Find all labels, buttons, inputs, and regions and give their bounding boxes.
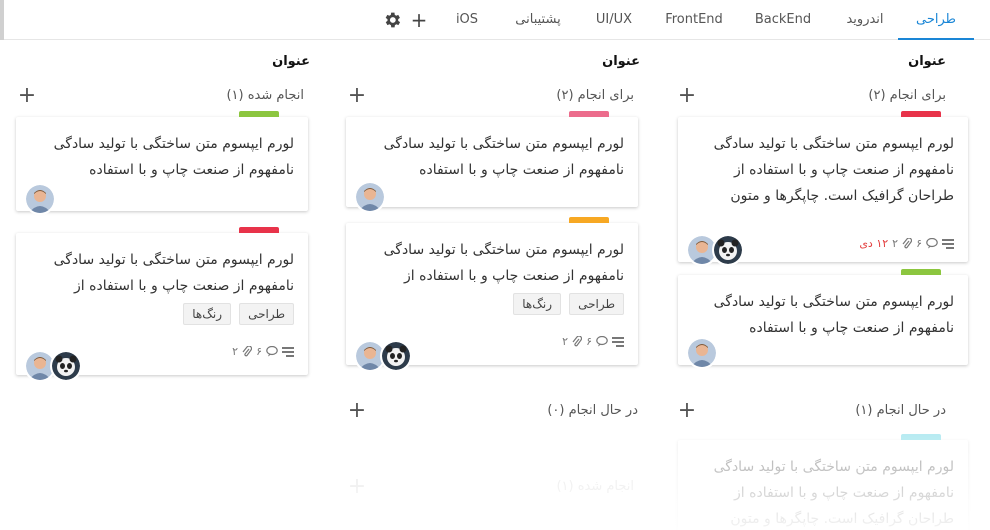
card-text: لورم ایپسوم متن ساختگی با تولید سادگی نا… <box>383 136 624 178</box>
attachment-icon <box>242 345 253 356</box>
section-done: انجام شده (۱) + <box>16 85 308 109</box>
task-card[interactable]: لورم ایپسوم متن ساختگی با تولید سادگی نا… <box>678 434 968 530</box>
comment-count: ۲ <box>562 335 569 348</box>
card-meta: ۶ ۲ <box>562 335 624 348</box>
card-members <box>354 181 386 213</box>
tab-support[interactable]: پشتیبانی <box>506 0 570 40</box>
avatar[interactable] <box>24 183 56 215</box>
label-color-tag <box>569 217 609 223</box>
section-todo: برای انجام (۲) + <box>346 85 638 109</box>
task-card[interactable]: لورم ایپسوم متن ساختگی با تولید سادگی نا… <box>346 111 638 213</box>
label-color-tag <box>239 227 279 233</box>
card-text: لورم ایپسوم متن ساختگی با تولید سادگی نا… <box>713 136 954 204</box>
card-text: لورم ایپسوم متن ساختگی با تولید سادگی نا… <box>53 252 294 294</box>
label-chip[interactable]: رنگ‌ها <box>183 303 232 325</box>
section-title: در حال انجام (۱) <box>855 403 946 418</box>
column-title: عنوان <box>908 54 946 69</box>
tab-design[interactable]: طراحی <box>898 0 974 40</box>
section-in-progress: در حال انجام (۰) + <box>346 400 638 424</box>
comment-count: ۲ <box>232 345 239 358</box>
attachment-count: ۶ <box>586 335 592 348</box>
card-text: لورم ایپسوم متن ساختگی با تولید سادگی نا… <box>53 136 294 178</box>
avatar[interactable] <box>712 234 744 266</box>
add-card-button[interactable]: + <box>346 476 368 498</box>
section-done: انجام شده (۱) + <box>346 476 638 500</box>
task-card[interactable]: لورم ایپسوم متن ساختگی با تولید سادگی نا… <box>346 217 638 372</box>
card-members <box>686 234 744 266</box>
section-in-progress: در حال انجام (۱) + <box>676 400 968 424</box>
task-card[interactable]: لورم ایپسوم متن ساختگی با تولید سادگی نا… <box>678 269 968 369</box>
card-labels: طراحی رنگ‌ها <box>183 303 294 325</box>
label-color-tag <box>901 434 941 440</box>
label-chip[interactable]: رنگ‌ها <box>513 293 562 315</box>
tab-ios[interactable]: iOS <box>446 0 488 40</box>
task-card[interactable]: لورم ایپسوم متن ساختگی با تولید سادگی نا… <box>16 111 308 215</box>
description-icon <box>942 238 954 249</box>
column-title: عنوان <box>602 54 640 69</box>
card-text: لورم ایپسوم متن ساختگی با تولید سادگی نا… <box>383 242 624 284</box>
tab-uiux[interactable]: UI/UX <box>586 0 642 40</box>
add-card-button[interactable]: + <box>346 400 368 422</box>
card-meta: ۶ ۲ <box>232 345 294 358</box>
board-column-3: عنوان انجام شده (۱) + لورم ایپسوم متن سا… <box>16 54 310 530</box>
label-color-tag <box>569 111 609 117</box>
attachment-count: ۶ <box>916 237 922 250</box>
card-text: لورم ایپسوم متن ساختگی با تولید سادگی نا… <box>713 459 954 527</box>
tab-android[interactable]: اندروید <box>836 0 894 40</box>
comment-icon <box>266 346 278 357</box>
avatar[interactable] <box>686 337 718 369</box>
section-title: انجام شده (۱) <box>226 88 304 103</box>
add-card-button[interactable]: + <box>676 400 698 422</box>
board-column-1: عنوان برای انجام (۲) + لورم ایپسوم متن س… <box>676 54 968 530</box>
section-title: برای انجام (۲) <box>868 88 946 103</box>
label-color-tag <box>239 111 279 117</box>
task-card[interactable]: لورم ایپسوم متن ساختگی با تولید سادگی نا… <box>678 111 968 266</box>
label-chip[interactable]: طراحی <box>569 293 624 315</box>
column-title: عنوان <box>272 54 310 69</box>
section-todo: برای انجام (۲) + <box>676 85 968 109</box>
section-title: انجام شده (۱) <box>556 479 634 494</box>
comment-icon <box>926 238 938 249</box>
comment-count: ۲ <box>892 237 899 250</box>
card-members <box>354 340 412 372</box>
card-text: لورم ایپسوم متن ساختگی با تولید سادگی نا… <box>713 294 954 336</box>
tab-bar: طراحی اندروید BackEnd FrontEnd UI/UX پشت… <box>0 0 990 40</box>
label-color-tag <box>901 111 941 117</box>
tab-backend[interactable]: BackEnd <box>748 0 818 40</box>
avatar[interactable] <box>354 181 386 213</box>
attachment-icon <box>902 237 913 248</box>
attachment-count: ۶ <box>256 345 262 358</box>
card-members <box>24 183 56 215</box>
comment-icon <box>596 336 608 347</box>
attachment-icon <box>572 335 583 346</box>
plus-icon[interactable]: + <box>409 10 429 30</box>
tab-frontend[interactable]: FrontEnd <box>658 0 730 40</box>
board-column-2: عنوان برای انجام (۲) + لورم ایپسوم متن س… <box>346 54 640 530</box>
description-icon <box>282 346 294 357</box>
due-date: ۱۲ دی <box>859 237 889 250</box>
gear-icon[interactable] <box>382 10 402 30</box>
card-meta: ۶ ۲ ۱۲ دی <box>853 237 954 250</box>
add-card-button[interactable]: + <box>346 85 368 107</box>
section-title: در حال انجام (۰) <box>547 403 638 418</box>
card-labels: طراحی رنگ‌ها <box>513 293 624 315</box>
task-card[interactable]: لورم ایپسوم متن ساختگی با تولید سادگی نا… <box>16 227 308 382</box>
avatar[interactable] <box>380 340 412 372</box>
description-icon <box>612 336 624 347</box>
add-card-button[interactable]: + <box>16 85 38 107</box>
section-title: برای انجام (۲) <box>556 88 634 103</box>
tab-bar-edge <box>0 0 4 40</box>
card-members <box>24 350 82 382</box>
card-members <box>686 337 718 369</box>
add-card-button[interactable]: + <box>676 85 698 107</box>
label-color-tag <box>901 269 941 275</box>
label-chip[interactable]: طراحی <box>239 303 294 325</box>
avatar[interactable] <box>50 350 82 382</box>
